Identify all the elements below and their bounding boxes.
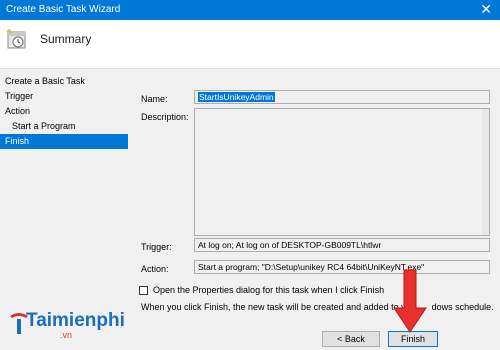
description-field[interactable] [194,108,490,236]
open-properties-label: Open the Properties dialog for this task… [153,285,385,295]
finish-note: When you click Finish, the new task will… [141,302,494,312]
logo-brand: Taimienphi [26,310,125,331]
logo-suffix: .vn [60,330,73,340]
summary-panel: Name: StartIsUnikeyAdmin Description: Tr… [133,74,500,350]
finish-note-text: When you click Finish, the new task will… [141,302,406,312]
sidebar-item-action[interactable]: Action [0,104,128,119]
sidebar-item-label: Action [5,106,31,116]
wizard-steps: Create a Basic Task Trigger Action Start… [0,74,128,149]
action-label: Action: [141,264,169,274]
sidebar-item-label: Trigger [5,91,34,101]
description-label: Description: [141,112,189,122]
title-bar: Create Basic Task Wizard ✕ [0,0,500,20]
sidebar-item-trigger[interactable]: Trigger [0,89,128,104]
description-scrollbar[interactable] [482,109,489,235]
action-field[interactable]: Start a program; "D:\Setup\unikey RC4 64… [194,260,490,274]
sidebar-item-label: Create a Basic Task [5,76,85,86]
sidebar-item-label: Start a Program [12,121,76,131]
page-title: Summary [40,32,92,46]
wizard-header: Summary [0,20,500,69]
trigger-value: At log on; At log on of DESKTOP-GB009TL\… [198,240,382,250]
trigger-label: Trigger: [141,242,172,252]
trigger-field[interactable]: At log on; At log on of DESKTOP-GB009TL\… [194,238,490,252]
red-arrow-icon [393,269,427,333]
taimienphi-logo: Taimienphi .vn [6,304,136,344]
task-scheduler-icon [6,28,26,49]
close-icon[interactable]: ✕ [480,1,492,18]
sidebar-item-label: Finish [5,136,30,146]
name-label: Name: [141,94,168,104]
open-properties-checkbox[interactable] [139,286,148,295]
sidebar-item-start-a-program[interactable]: Start a Program [0,119,128,134]
name-field[interactable]: StartIsUnikeyAdmin [194,90,490,104]
back-button[interactable]: < Back [322,331,380,347]
name-value: StartIsUnikeyAdmin [198,92,275,102]
sidebar-item-create-basic-task[interactable]: Create a Basic Task [0,74,128,89]
window-title: Create Basic Task Wizard [6,4,121,15]
sidebar-item-finish[interactable]: Finish [0,134,128,149]
finish-note-tail: dows schedule. [431,302,494,312]
